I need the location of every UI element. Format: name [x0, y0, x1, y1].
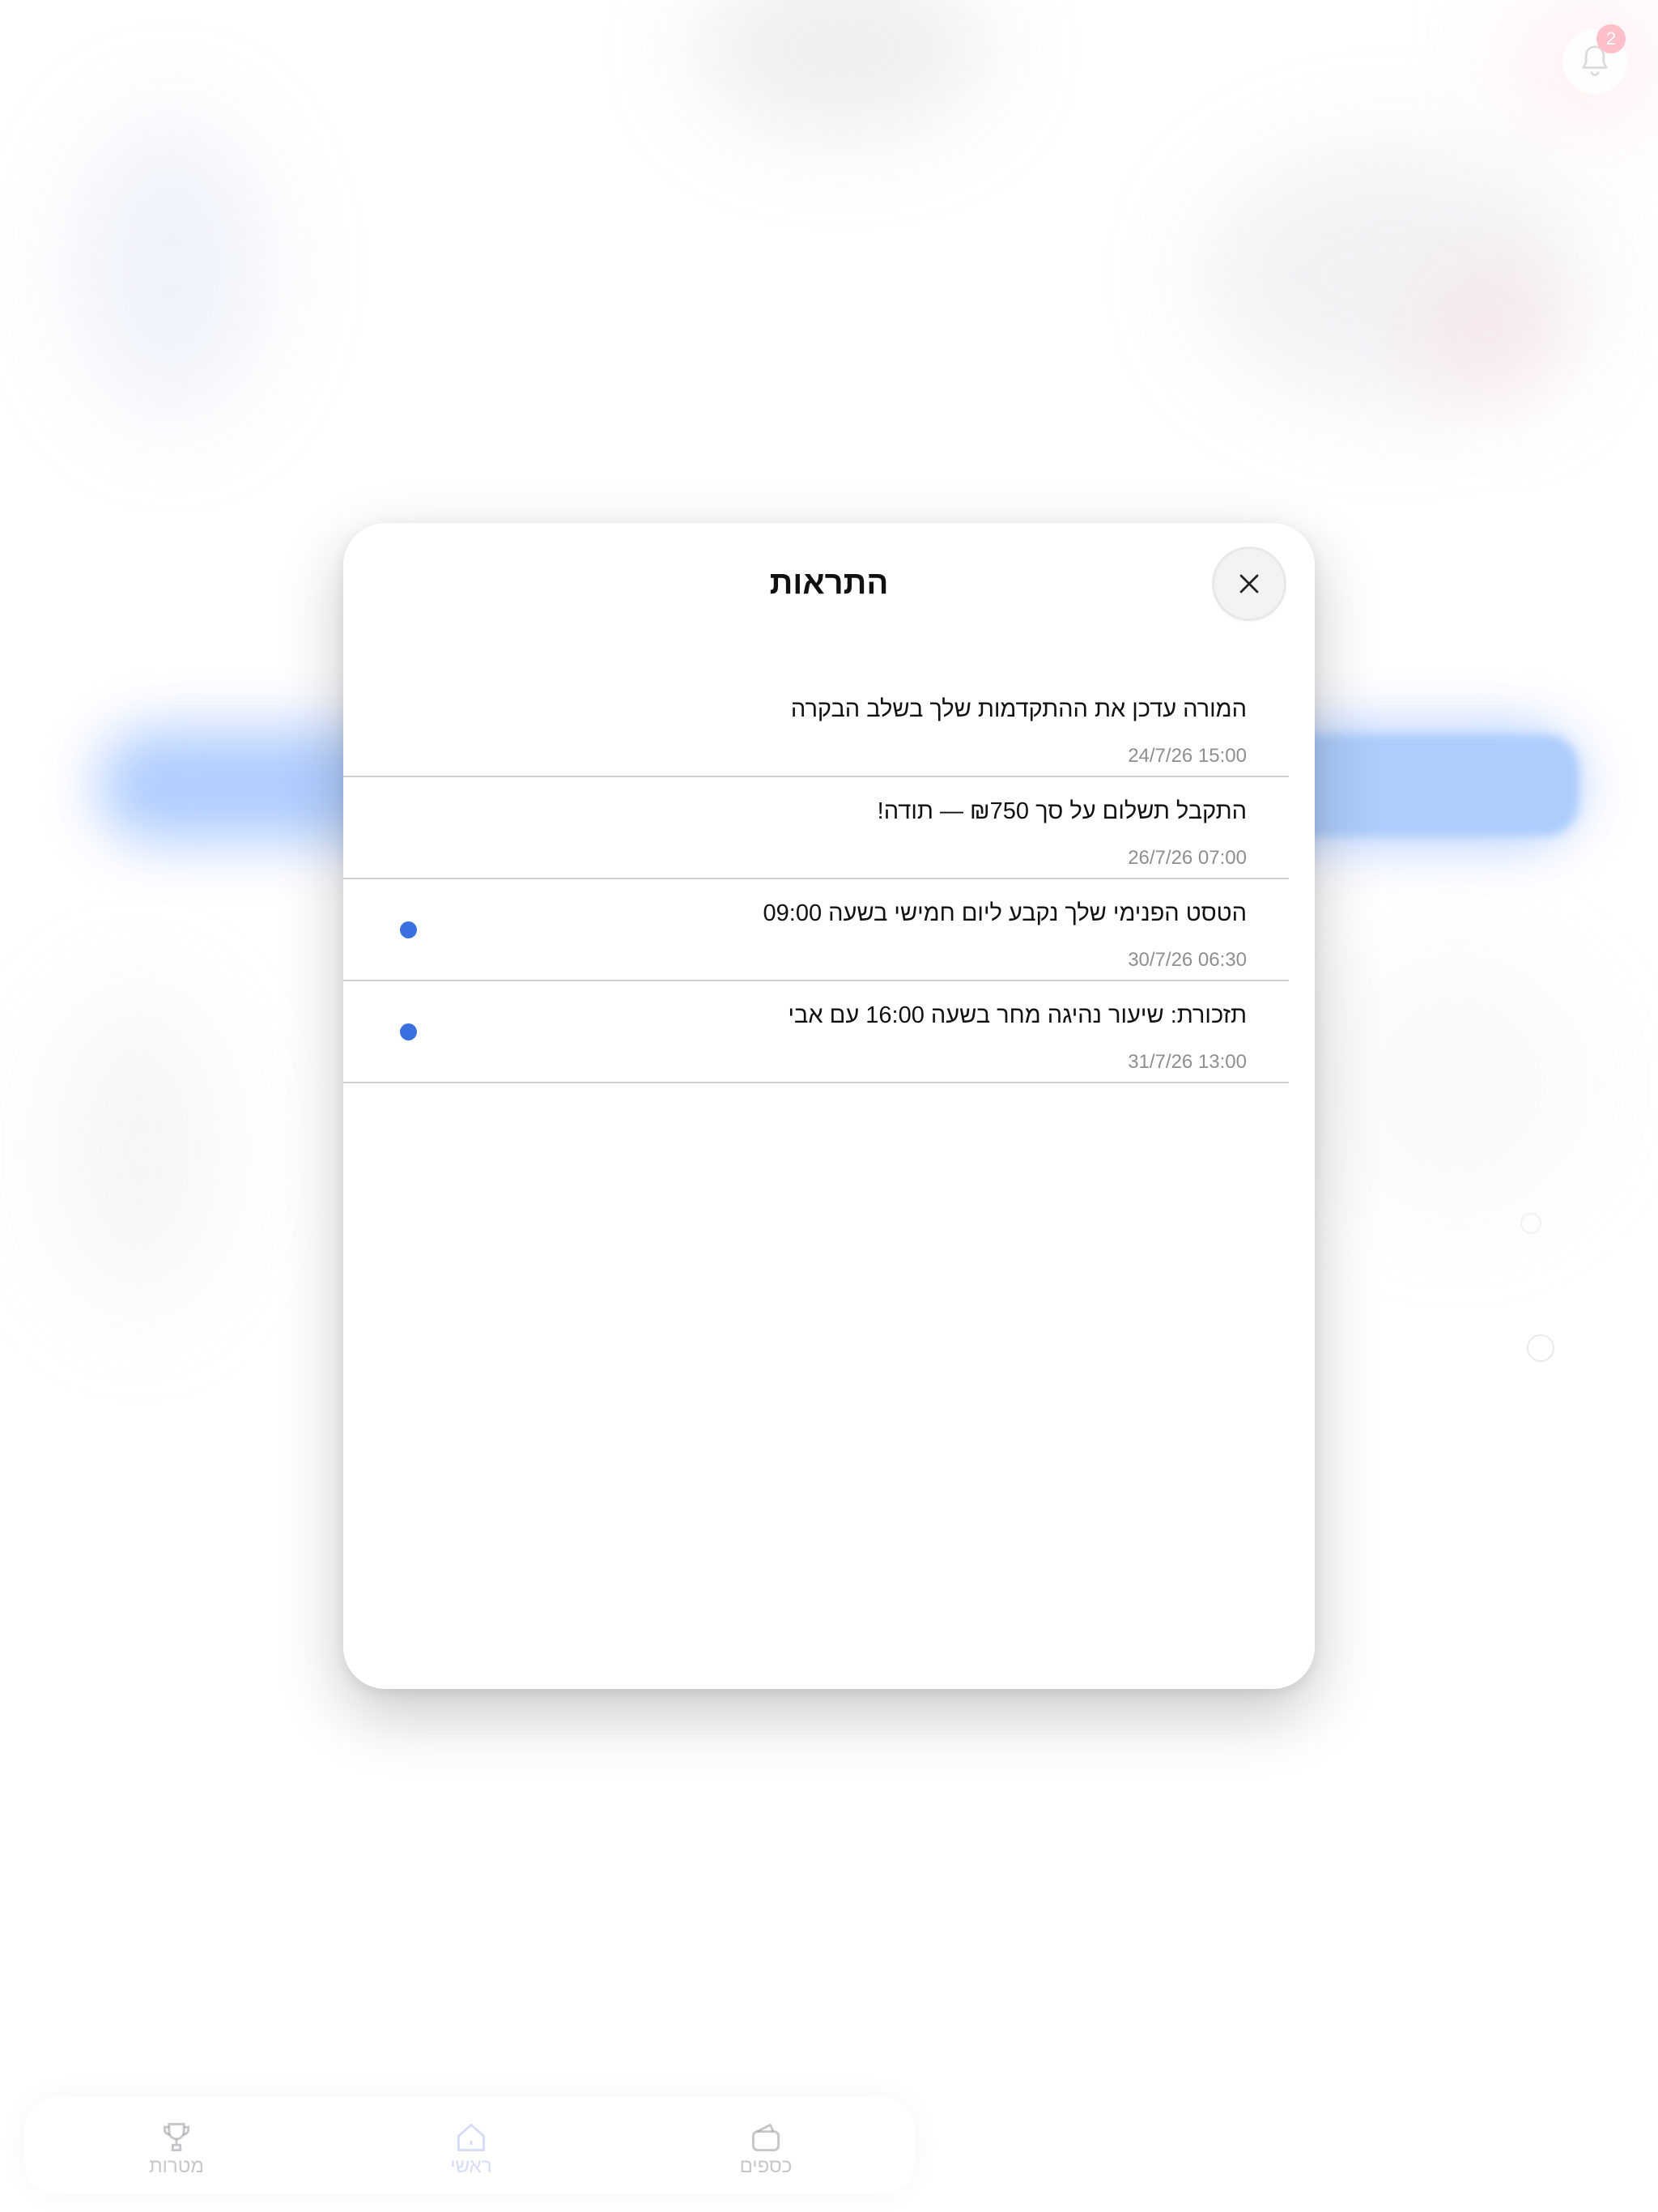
- modal-title: התראות: [769, 565, 889, 601]
- notification-item[interactable]: המורה עדכן את ההתקדמות שלך בשלב הבקרה 24…: [343, 675, 1289, 777]
- notification-item[interactable]: הטסט הפנימי שלך נקבע ליום חמישי בשעה 09:…: [343, 879, 1289, 981]
- notification-text: תזכורת: שיעור נהיגה מחר בשעה 16:00 עם אב…: [788, 1002, 1248, 1028]
- notification-item[interactable]: תזכורת: שיעור נהיגה מחר בשעה 16:00 עם אב…: [343, 981, 1289, 1083]
- notifications-list: המורה עדכן את ההתקדמות שלך בשלב הבקרה 24…: [343, 675, 1289, 1083]
- notification-time: 31/7/26 13:00: [1128, 1051, 1247, 1073]
- notification-text: התקבל תשלום על סך ₪750 — תודה!: [877, 798, 1247, 824]
- unread-indicator: [400, 1023, 417, 1040]
- close-icon: [1239, 574, 1259, 593]
- notification-time: 26/7/26 07:00: [1128, 847, 1247, 869]
- notification-time: 24/7/26 15:00: [1128, 745, 1247, 767]
- unread-indicator: [400, 921, 417, 938]
- notification-text: הטסט הפנימי שלך נקבע ליום חמישי בשעה 09:…: [763, 900, 1247, 926]
- notification-time: 30/7/26 06:30: [1128, 949, 1247, 971]
- notification-item[interactable]: התקבל תשלום על סך ₪750 — תודה! 26/7/26 0…: [343, 777, 1289, 879]
- close-button[interactable]: [1214, 549, 1284, 619]
- notifications-modal: התראות המורה עדכן את ההתקדמות שלך בשלב ה…: [343, 523, 1315, 1689]
- notification-text: המורה עדכן את ההתקדמות שלך בשלב הבקרה: [790, 696, 1247, 722]
